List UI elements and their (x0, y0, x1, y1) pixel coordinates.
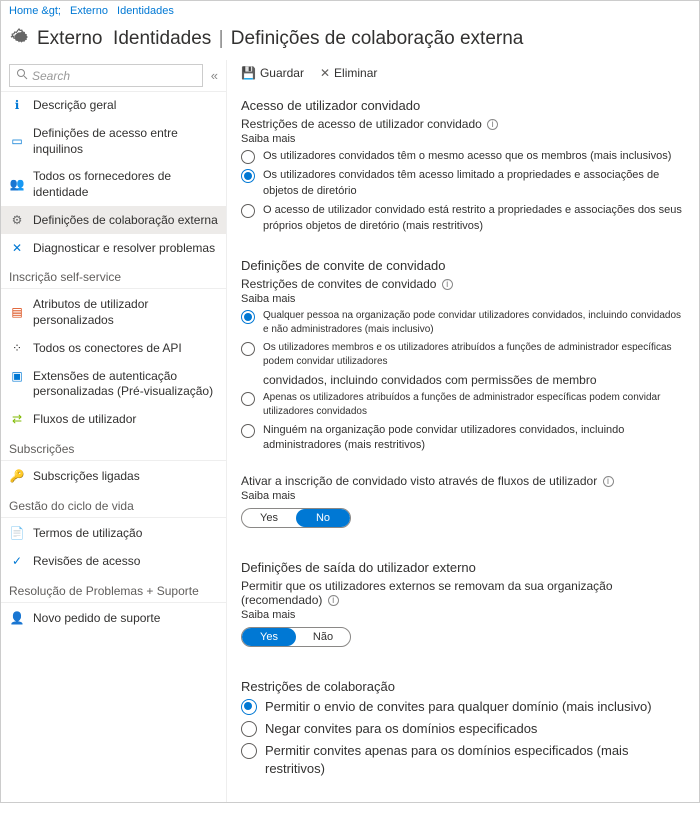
save-button[interactable]: 💾 Guardar (241, 66, 304, 80)
allow-leave-label: Permitir que os utilizadores externos se… (241, 579, 685, 607)
diagnose-icon: ✕ (9, 240, 25, 256)
radio-icon[interactable] (241, 424, 255, 438)
flows-icon: ⇄ (9, 412, 25, 428)
radio-selected-icon[interactable] (241, 310, 255, 324)
search-placeholder: Search (32, 69, 70, 83)
sidebar-item-custom-attrs[interactable]: ▤ Atributos de utilizador personalizados (1, 291, 226, 334)
sidebar: Search « ℹ Descrição geral ▭ Definições … (1, 60, 227, 802)
sidebar-item-identity-providers[interactable]: 👥 Todos os fornecedores de identidade (1, 163, 226, 206)
invite-option-2-cont: convidados, incluindo convidados com per… (263, 373, 685, 387)
radio-icon[interactable] (241, 743, 257, 759)
toggle-no[interactable]: Não (296, 628, 350, 646)
invite-settings-heading: Definições de convite de convidado (241, 258, 685, 273)
self-service-signup-label: Ativar a inscrição de convidado visto at… (241, 474, 685, 488)
page-title-row: Externo Identidades | Definições de cola… (1, 21, 699, 60)
tenant-icon: ▭ (9, 134, 25, 150)
leave-settings-heading: Definições de saída do utilizador extern… (241, 560, 685, 575)
search-input[interactable]: Search (9, 64, 203, 87)
learn-more-link-2[interactable]: Saiba mais (241, 293, 685, 305)
save-icon: 💾 (241, 66, 256, 80)
guest-access-option-3[interactable]: O acesso de utilizador convidado está re… (241, 203, 685, 234)
learn-more-link-1[interactable]: Saiba mais (241, 133, 685, 145)
people-icon: 👥 (9, 177, 25, 193)
sidebar-item-diagnose[interactable]: ✕ Diagnosticar e resolver problemas (1, 234, 226, 262)
discard-button[interactable]: ✕ Eliminar (320, 66, 377, 80)
invite-option-4[interactable]: Ninguém na organização pode convidar uti… (241, 423, 685, 454)
content-area: 💾 Guardar ✕ Eliminar Acesso de utilizado… (227, 60, 699, 802)
breadcrumb-home[interactable]: Home &gt; (9, 5, 61, 17)
connectors-icon: ⁘ (9, 341, 25, 357)
key-icon: 🔑 (9, 469, 25, 485)
invite-option-2[interactable]: Os utilizadores membros e os utilizadore… (241, 341, 685, 369)
sidebar-item-cross-tenant[interactable]: ▭ Definições de acesso entre inquilinos (1, 120, 226, 163)
extensions-icon: ▣ (9, 369, 25, 385)
terms-icon: 📄 (9, 526, 25, 542)
toggle-yes[interactable]: Yes (242, 509, 296, 527)
toolbar: 💾 Guardar ✕ Eliminar (241, 66, 685, 90)
info-icon[interactable]: i (603, 476, 614, 487)
collab-option-2[interactable]: Negar convites para os domínios especifi… (241, 720, 685, 738)
collapse-sidebar-button[interactable]: « (211, 68, 218, 83)
reviews-icon: ✓ (9, 554, 25, 570)
sidebar-section-support: Resolução de Problemas + Suporte (1, 576, 226, 603)
info-icon[interactable]: i (442, 279, 453, 290)
gear-small-icon: ⚙ (9, 212, 25, 228)
radio-selected-icon[interactable] (241, 699, 257, 715)
sidebar-item-new-support[interactable]: 👤 Novo pedido de suporte (1, 605, 226, 633)
breadcrumb-externo[interactable]: Externo (70, 5, 108, 17)
support-icon: 👤 (9, 611, 25, 627)
invite-option-1[interactable]: Qualquer pessoa na organização pode conv… (241, 309, 685, 337)
radio-icon[interactable] (241, 392, 255, 406)
breadcrumb-identidades[interactable]: Identidades (117, 5, 174, 17)
sidebar-item-user-flows[interactable]: ⇄ Fluxos de utilizador (1, 406, 226, 434)
radio-icon[interactable] (241, 150, 255, 164)
sidebar-item-access-reviews[interactable]: ✓ Revisões de acesso (1, 548, 226, 576)
sidebar-item-terms[interactable]: 📄 Termos de utilização (1, 520, 226, 548)
guest-access-option-1[interactable]: Os utilizadores convidados têm o mesmo a… (241, 149, 685, 164)
learn-more-link-4[interactable]: Saiba mais (241, 609, 685, 621)
info-icon[interactable]: i (328, 595, 339, 606)
learn-more-link-3[interactable]: Saiba mais (241, 490, 685, 502)
sidebar-section-subscriptions: Subscrições (1, 434, 226, 461)
breadcrumb: Home &gt; Externo Identidades (1, 1, 699, 21)
guest-access-option-2[interactable]: Os utilizadores convidados têm acesso li… (241, 168, 685, 199)
guest-access-heading: Acesso de utilizador convidado (241, 98, 685, 113)
sidebar-item-overview[interactable]: ℹ Descrição geral (1, 92, 226, 120)
invite-restrictions-label: Restrições de convites de convidado i (241, 277, 685, 291)
self-service-toggle[interactable]: Yes No (241, 508, 351, 528)
sidebar-section-lifecycle: Gestão do ciclo de vida (1, 491, 226, 518)
attributes-icon: ▤ (9, 305, 25, 321)
sidebar-section-selfservice: Inscrição self-service (1, 262, 226, 289)
sidebar-item-linked-subs[interactable]: 🔑 Subscrições ligadas (1, 463, 226, 491)
radio-selected-icon[interactable] (241, 169, 255, 183)
sidebar-item-auth-extensions[interactable]: ▣ Extensões de autenticação personalizad… (1, 363, 226, 406)
toggle-yes[interactable]: Yes (242, 628, 296, 646)
collab-restrictions-heading: Restrições de colaboração (241, 679, 685, 694)
gear-icon (9, 27, 29, 50)
allow-leave-toggle[interactable]: Yes Não (241, 627, 351, 647)
info-icon: ℹ (9, 98, 25, 114)
collab-option-1[interactable]: Permitir o envio de convites para qualqu… (241, 698, 685, 716)
invite-option-3[interactable]: Apenas os utilizadores atribuídos a funç… (241, 391, 685, 419)
discard-icon: ✕ (320, 66, 330, 80)
info-icon[interactable]: i (487, 119, 498, 130)
guest-access-restrictions-label: Restrições de acesso de utilizador convi… (241, 117, 685, 131)
radio-icon[interactable] (241, 721, 257, 737)
page-title: Externo Identidades | Definições de cola… (37, 28, 523, 50)
toggle-no[interactable]: No (296, 509, 350, 527)
radio-icon[interactable] (241, 342, 255, 356)
sidebar-item-api-connectors[interactable]: ⁘ Todos os conectores de API (1, 335, 226, 363)
radio-icon[interactable] (241, 204, 255, 218)
search-icon (16, 68, 28, 83)
collab-option-3[interactable]: Permitir convites apenas para os domínio… (241, 742, 685, 778)
sidebar-item-external-collab[interactable]: ⚙ Definições de colaboração externa (1, 206, 226, 234)
